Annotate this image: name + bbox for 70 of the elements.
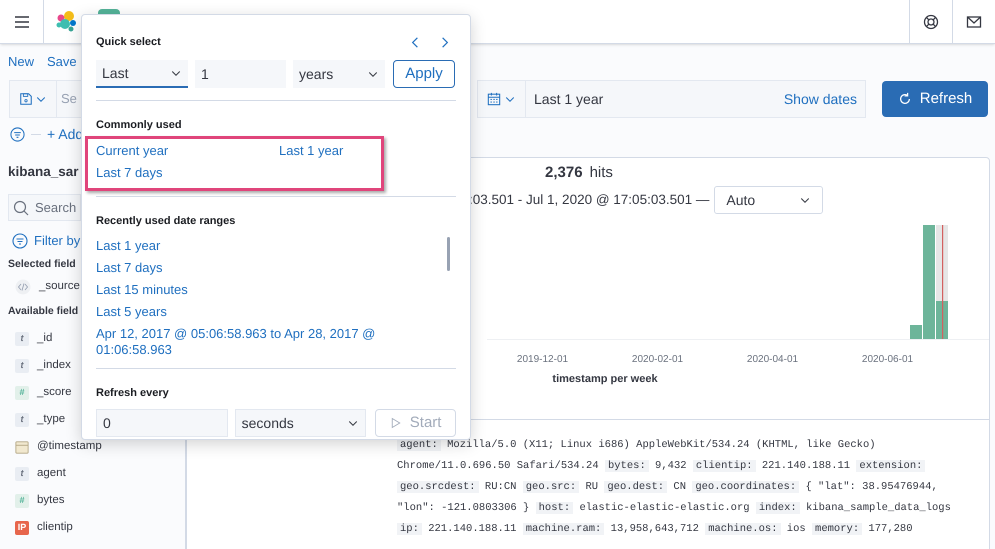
field-name[interactable]: bytes xyxy=(37,492,64,510)
hit-count: 2,376 xyxy=(545,162,583,183)
recent-range-link[interactable]: Last 5 years xyxy=(96,301,426,323)
field-type-badge: t xyxy=(15,358,29,372)
apply-button[interactable]: Apply xyxy=(393,60,455,88)
quick-range-link[interactable]: Last 7 days xyxy=(96,163,279,185)
dropdown-select[interactable]: seconds xyxy=(234,409,366,437)
recent-range-link[interactable]: Apr 12, 2017 @ 05:06:58.963 to Apr 28, 2017 @ 01:06:58.963 xyxy=(96,323,426,361)
mail-icon xyxy=(966,14,982,30)
field-name[interactable]: _score xyxy=(37,384,72,402)
section-heading: Refresh every xyxy=(96,386,170,399)
section-heading: Selected field xyxy=(8,257,76,271)
scrollbar-thumb[interactable] xyxy=(447,237,450,271)
axis-tick-label: 2019-12-01 xyxy=(516,352,570,366)
field-type-badge: # xyxy=(15,494,29,508)
field-name[interactable]: _type xyxy=(37,410,66,428)
interval-select[interactable]: Auto xyxy=(714,186,824,214)
lifebuoy-icon xyxy=(923,14,939,30)
field-name[interactable]: agent xyxy=(37,464,66,482)
field-type-badge: IP xyxy=(15,520,29,534)
space-avatar[interactable] xyxy=(98,8,120,14)
field-search[interactable]: Search xyxy=(8,194,81,221)
filter-icon xyxy=(10,126,25,142)
show-dates-link[interactable]: Show dates xyxy=(784,88,857,110)
field-name[interactable]: clientip xyxy=(37,518,73,536)
field-type-badge: t xyxy=(15,332,29,346)
section-heading: Commonly used xyxy=(96,118,183,131)
quick-range-link[interactable]: Last 1 year xyxy=(279,141,381,163)
dropdown-select[interactable]: years xyxy=(293,60,385,88)
section-heading: Quick select xyxy=(96,34,161,50)
quick-range-link[interactable]: Current year xyxy=(96,141,279,163)
menu-icon xyxy=(14,14,30,30)
section-heading: Available field xyxy=(8,304,78,318)
date-range-text: Last 1 year xyxy=(534,90,604,109)
nav-link[interactable]: New xyxy=(8,52,34,72)
document-source: agent: Mozilla/5.0 (X11; Linux i686) AppleWebKit/534.24 (KHTML, like Gecko) Chrome/11.0.696.50 Safari/534.24 bytes: 9,432 clientip: 221.140.188.11 extension: geo.srcdest: RU:CN geo.src: RU geo.dest: CN geo.coordinates: { "lat": 38.95476944, "lon": -121.0803306 } host: elastic-elastic-elastic.org index: kibana_sample_data_logs ip: 221.140.188.11 machine.ram: 13,958,643,712 machine.os: ios memory: 177,280 xyxy=(397,438,952,537)
field-name[interactable]: _id xyxy=(37,330,52,348)
search-icon xyxy=(13,200,29,216)
filter-icon xyxy=(12,233,28,249)
dropdown-select[interactable]: Last xyxy=(96,60,188,88)
refresh-button[interactable]: Refresh xyxy=(882,81,988,117)
field-type-badge: t xyxy=(15,412,29,426)
refresh-icon xyxy=(898,92,912,106)
index-pattern-title: kibana_sar xyxy=(8,163,79,181)
section-heading: Recently used date ranges xyxy=(96,214,236,227)
recent-range-link[interactable]: Last 15 minutes xyxy=(96,279,426,301)
field-name[interactable]: _source xyxy=(39,278,80,296)
time-range-text: :03.501 - Jul 1, 2020 @ 17:05:03.501 — xyxy=(469,190,710,209)
code-icon xyxy=(15,278,31,294)
calendar-icon xyxy=(15,440,29,454)
filter-by-type-link[interactable]: Filter by xyxy=(34,231,80,251)
refresh-interval-input[interactable]: 0 xyxy=(96,409,228,437)
nav-link[interactable]: Save xyxy=(47,52,77,72)
field-type-badge: # xyxy=(15,386,29,400)
field-name[interactable]: _index xyxy=(37,356,71,374)
axis-title: timestamp per week xyxy=(551,372,659,387)
recent-range-link[interactable]: Last 7 days xyxy=(96,257,426,279)
count-input[interactable]: 1 xyxy=(195,60,286,88)
hits-label: hits xyxy=(590,162,613,183)
axis-tick-label: 2020-02-01 xyxy=(630,352,684,366)
field-name[interactable]: @timestamp xyxy=(37,438,102,456)
play-icon xyxy=(390,417,402,429)
recent-range-link[interactable]: Last 1 year xyxy=(96,235,426,257)
calendar-icon xyxy=(487,92,501,106)
axis-tick-label: 2020-06-01 xyxy=(860,352,914,366)
field-type-badge: t xyxy=(15,466,29,480)
logo-icon xyxy=(54,10,78,34)
date-picker[interactable]: Last 1 year Show dates xyxy=(477,80,866,118)
saved-query-button[interactable] xyxy=(9,80,57,118)
axis-tick-label: 2020-04-01 xyxy=(746,352,800,366)
